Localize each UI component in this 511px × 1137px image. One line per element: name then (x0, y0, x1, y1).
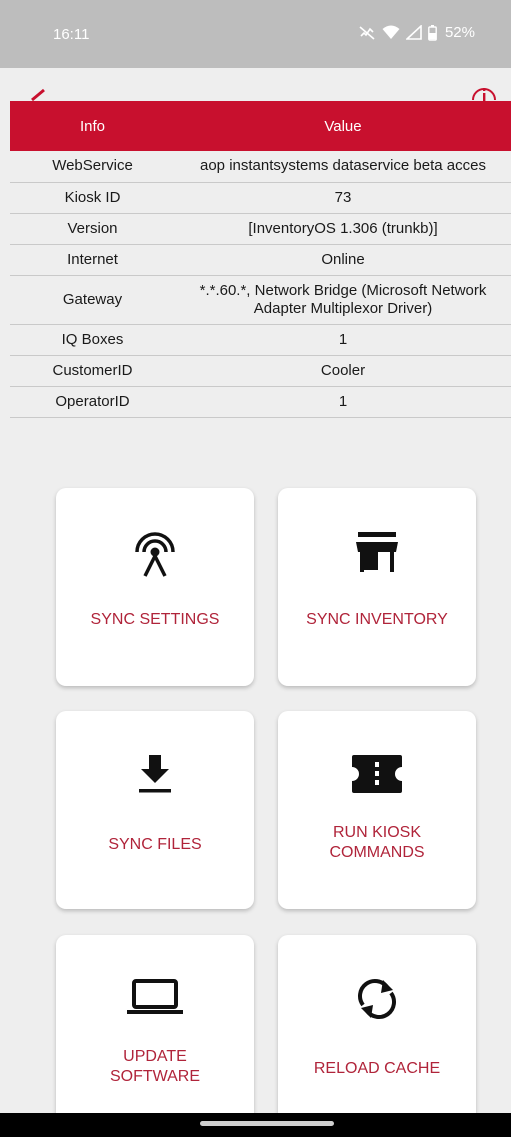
reload-cache-label: RELOAD CACHE (313, 1060, 441, 1077)
status-time: 16:11 (53, 26, 90, 43)
table-row: CustomerID Cooler (10, 355, 511, 387)
row-info: OperatorID (10, 386, 175, 418)
sync-inventory-label: SYNC INVENTORY (306, 611, 448, 628)
table-row: WebService aop instantsystems dataservic… (10, 151, 511, 183)
row-value: aop instantsystems dataservice beta acce… (175, 151, 511, 183)
row-value: 73 (175, 182, 511, 214)
row-info: Kiosk ID (10, 182, 175, 214)
row-value: *.*.60.*, Network Bridge (Microsoft Netw… (175, 275, 511, 325)
home-indicator[interactable] (200, 1121, 334, 1126)
row-info: Version (10, 213, 175, 245)
sync-settings-label: SYNC SETTINGS (90, 611, 220, 628)
status-icons: 52% (358, 24, 475, 41)
row-value: 1 (175, 386, 511, 418)
row-info: Gateway (10, 275, 175, 325)
info-table: Info Value WebService aop instantsystems… (10, 101, 511, 418)
download-icon (56, 753, 254, 795)
mute-icon (358, 25, 376, 41)
row-value: [InventoryOS 1.306 (trunkb)] (175, 213, 511, 245)
table-row: Kiosk ID 73 (10, 182, 511, 214)
antenna-icon (56, 530, 254, 580)
run-kiosk-commands-label: RUN KIOSK COMMANDS (329, 824, 425, 861)
table-row: OperatorID 1 (10, 386, 511, 418)
row-info: Internet (10, 244, 175, 276)
app-bar (0, 68, 511, 102)
table-row: Version [InventoryOS 1.306 (trunkb)] (10, 213, 511, 245)
store-icon (278, 530, 476, 576)
table-row: Internet Online (10, 244, 511, 276)
row-info: CustomerID (10, 355, 175, 387)
status-bar: 16:11 52% (0, 0, 511, 68)
laptop-icon (56, 977, 254, 1017)
header-value: Value (175, 101, 511, 151)
battery-percent: 52% (444, 24, 475, 41)
ticket-icon (278, 753, 476, 795)
run-kiosk-commands-button[interactable]: RUN KIOSK COMMANDS (278, 711, 476, 909)
table-row: Gateway *.*.60.*, Network Bridge (Micros… (10, 275, 511, 325)
table-header-row: Info Value (10, 101, 511, 151)
sync-settings-button[interactable]: SYNC SETTINGS (56, 488, 254, 686)
signal-icon (405, 25, 422, 40)
sync-files-button[interactable]: SYNC FILES (56, 711, 254, 909)
row-info: WebService (10, 151, 175, 183)
row-info: IQ Boxes (10, 324, 175, 356)
update-software-label: UPDATE SOFTWARE (109, 1048, 201, 1085)
sync-files-label: SYNC FILES (108, 836, 202, 853)
row-value: 1 (175, 324, 511, 356)
table-row: IQ Boxes 1 (10, 324, 511, 356)
update-software-button[interactable]: UPDATE SOFTWARE (56, 935, 254, 1133)
row-value: Cooler (175, 355, 511, 387)
wifi-icon (382, 25, 400, 40)
sync-inventory-button[interactable]: SYNC INVENTORY (278, 488, 476, 686)
sync-icon (278, 977, 476, 1021)
battery-icon (428, 24, 437, 41)
reload-cache-button[interactable]: RELOAD CACHE (278, 935, 476, 1133)
row-value: Online (175, 244, 511, 276)
header-info: Info (10, 101, 175, 151)
